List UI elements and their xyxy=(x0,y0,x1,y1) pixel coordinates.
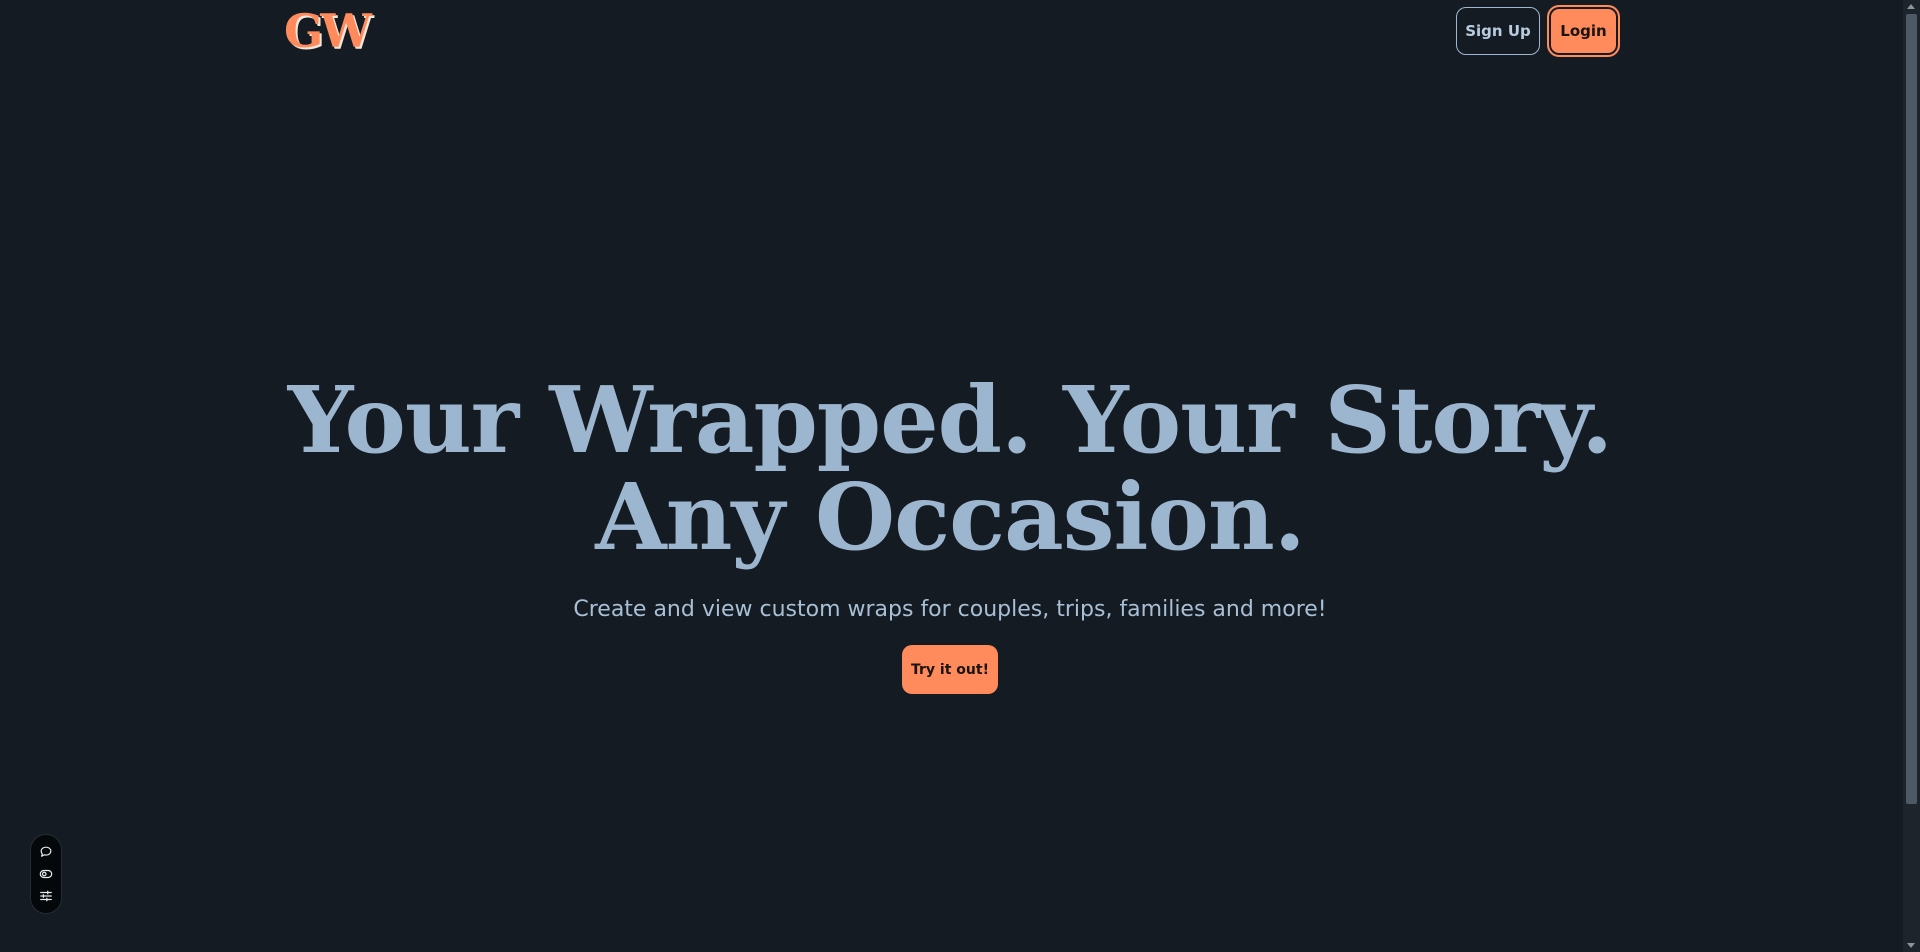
login-button[interactable]: Login xyxy=(1547,5,1620,57)
page-scrollbar[interactable] xyxy=(1903,0,1920,952)
floating-tool-dock xyxy=(30,834,62,914)
chat-bubble-icon[interactable] xyxy=(36,842,56,862)
hero-title: Your Wrapped. Your Story. Any Occasion. xyxy=(0,372,1900,566)
site-header: GW Sign Up Login xyxy=(0,0,1900,64)
page: GW Sign Up Login Your Wrapped. Your Stor… xyxy=(0,0,1920,952)
hero-subtitle: Create and view custom wraps for couples… xyxy=(573,597,1327,622)
sign-up-button[interactable]: Sign Up xyxy=(1456,7,1540,55)
scrollbar-thumb[interactable] xyxy=(1906,14,1917,804)
scroll-down-arrow-icon[interactable] xyxy=(1907,943,1915,948)
eye-toggle-icon[interactable] xyxy=(36,864,56,884)
hero-section: Your Wrapped. Your Story. Any Occasion. … xyxy=(0,372,1900,694)
brand-logo[interactable]: GW xyxy=(284,6,372,56)
try-it-out-button[interactable]: Try it out! xyxy=(902,645,998,694)
settings-sliders-icon[interactable] xyxy=(36,886,56,906)
hero-title-line-1: Your Wrapped. Your Story. xyxy=(287,366,1613,474)
scroll-up-arrow-icon[interactable] xyxy=(1907,4,1915,9)
hero-title-line-2: Any Occasion. xyxy=(595,463,1306,571)
